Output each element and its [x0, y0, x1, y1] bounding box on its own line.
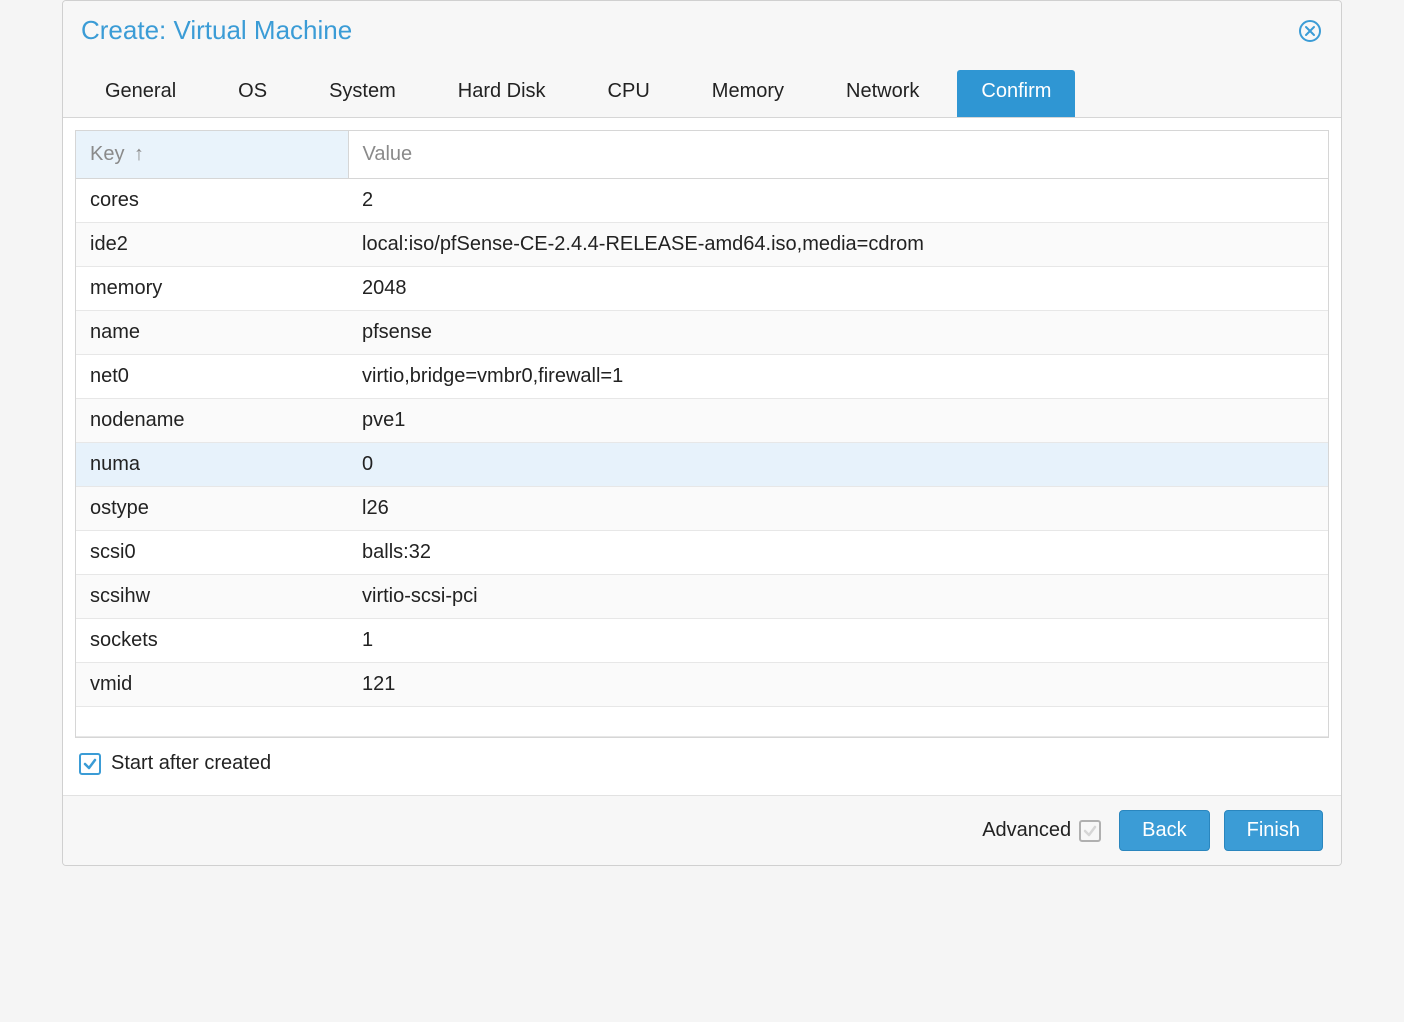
cell-value: 2 — [348, 179, 1328, 223]
cell-key: scsi0 — [76, 531, 348, 575]
cell-key: numa — [76, 443, 348, 487]
finish-button[interactable]: Finish — [1224, 810, 1323, 851]
cell-value: 2048 — [348, 267, 1328, 311]
start-after-created-label: Start after created — [111, 752, 271, 775]
table-row[interactable]: namepfsense — [76, 311, 1328, 355]
tab-memory[interactable]: Memory — [688, 70, 808, 117]
cell-key: net0 — [76, 355, 348, 399]
table-row[interactable]: numa0 — [76, 443, 1328, 487]
tab-network[interactable]: Network — [822, 70, 943, 117]
table-row[interactable]: scsi0balls:32 — [76, 531, 1328, 575]
table-row[interactable]: cores2 — [76, 179, 1328, 223]
cell-key: name — [76, 311, 348, 355]
close-button[interactable] — [1297, 18, 1323, 44]
advanced-checkbox[interactable] — [1079, 820, 1101, 842]
cell-value: 0 — [348, 443, 1328, 487]
cell-value: virtio,bridge=vmbr0,firewall=1 — [348, 355, 1328, 399]
column-header-value[interactable]: Value — [348, 131, 1328, 179]
column-header-key-label: Key — [90, 143, 124, 165]
cell-value: pve1 — [348, 399, 1328, 443]
tab-harddisk[interactable]: Hard Disk — [434, 70, 570, 117]
dialog-title: Create: Virtual Machine — [81, 15, 352, 46]
cell-key: ide2 — [76, 223, 348, 267]
tab-os[interactable]: OS — [214, 70, 291, 117]
close-icon — [1298, 19, 1322, 43]
cell-value: pfsense — [348, 311, 1328, 355]
table-row[interactable]: net0virtio,bridge=vmbr0,firewall=1 — [76, 355, 1328, 399]
cell-value: l26 — [348, 487, 1328, 531]
column-header-value-label: Value — [363, 143, 413, 165]
table-row-empty — [76, 707, 1328, 737]
create-vm-dialog: Create: Virtual Machine General OS System H… — [62, 0, 1342, 866]
start-after-created-row: Start after created — [75, 738, 1329, 783]
check-icon — [83, 757, 97, 771]
column-header-key[interactable]: Key ↑ — [76, 131, 348, 179]
advanced-toggle: Advanced — [982, 819, 1101, 842]
cell-key: ostype — [76, 487, 348, 531]
wizard-tabs: General OS System Hard Disk CPU Memory Network… — [63, 54, 1341, 118]
tab-system[interactable]: System — [305, 70, 420, 117]
cell-key: cores — [76, 179, 348, 223]
advanced-label: Advanced — [982, 819, 1071, 842]
check-icon — [1083, 824, 1097, 838]
sort-asc-icon: ↑ — [134, 143, 144, 165]
cell-value: balls:32 — [348, 531, 1328, 575]
back-button[interactable]: Back — [1119, 810, 1209, 851]
table-row[interactable]: memory2048 — [76, 267, 1328, 311]
cell-key: sockets — [76, 619, 348, 663]
confirm-table: Key ↑ Value cores2ide2local:iso/pfSense-… — [75, 130, 1329, 738]
tab-confirm[interactable]: Confirm — [957, 70, 1075, 117]
table-row[interactable]: nodenamepve1 — [76, 399, 1328, 443]
cell-value: 121 — [348, 663, 1328, 707]
cell-key: memory — [76, 267, 348, 311]
table-row[interactable]: scsihwvirtio-scsi-pci — [76, 575, 1328, 619]
cell-key: vmid — [76, 663, 348, 707]
cell-key: nodename — [76, 399, 348, 443]
cell-value: virtio-scsi-pci — [348, 575, 1328, 619]
cell-key: scsihw — [76, 575, 348, 619]
dialog-header: Create: Virtual Machine — [63, 1, 1341, 54]
cell-value: 1 — [348, 619, 1328, 663]
dialog-content: Key ↑ Value cores2ide2local:iso/pfSense-… — [63, 118, 1341, 795]
dialog-footer: Advanced Back Finish — [63, 795, 1341, 865]
table-row[interactable]: ostypel26 — [76, 487, 1328, 531]
table-row[interactable]: ide2local:iso/pfSense-CE-2.4.4-RELEASE-a… — [76, 223, 1328, 267]
table-row[interactable]: sockets1 — [76, 619, 1328, 663]
table-row[interactable]: vmid121 — [76, 663, 1328, 707]
cell-value: local:iso/pfSense-CE-2.4.4-RELEASE-amd64… — [348, 223, 1328, 267]
start-after-created-checkbox[interactable] — [79, 753, 101, 775]
tab-general[interactable]: General — [81, 70, 200, 117]
tab-cpu[interactable]: CPU — [584, 70, 674, 117]
